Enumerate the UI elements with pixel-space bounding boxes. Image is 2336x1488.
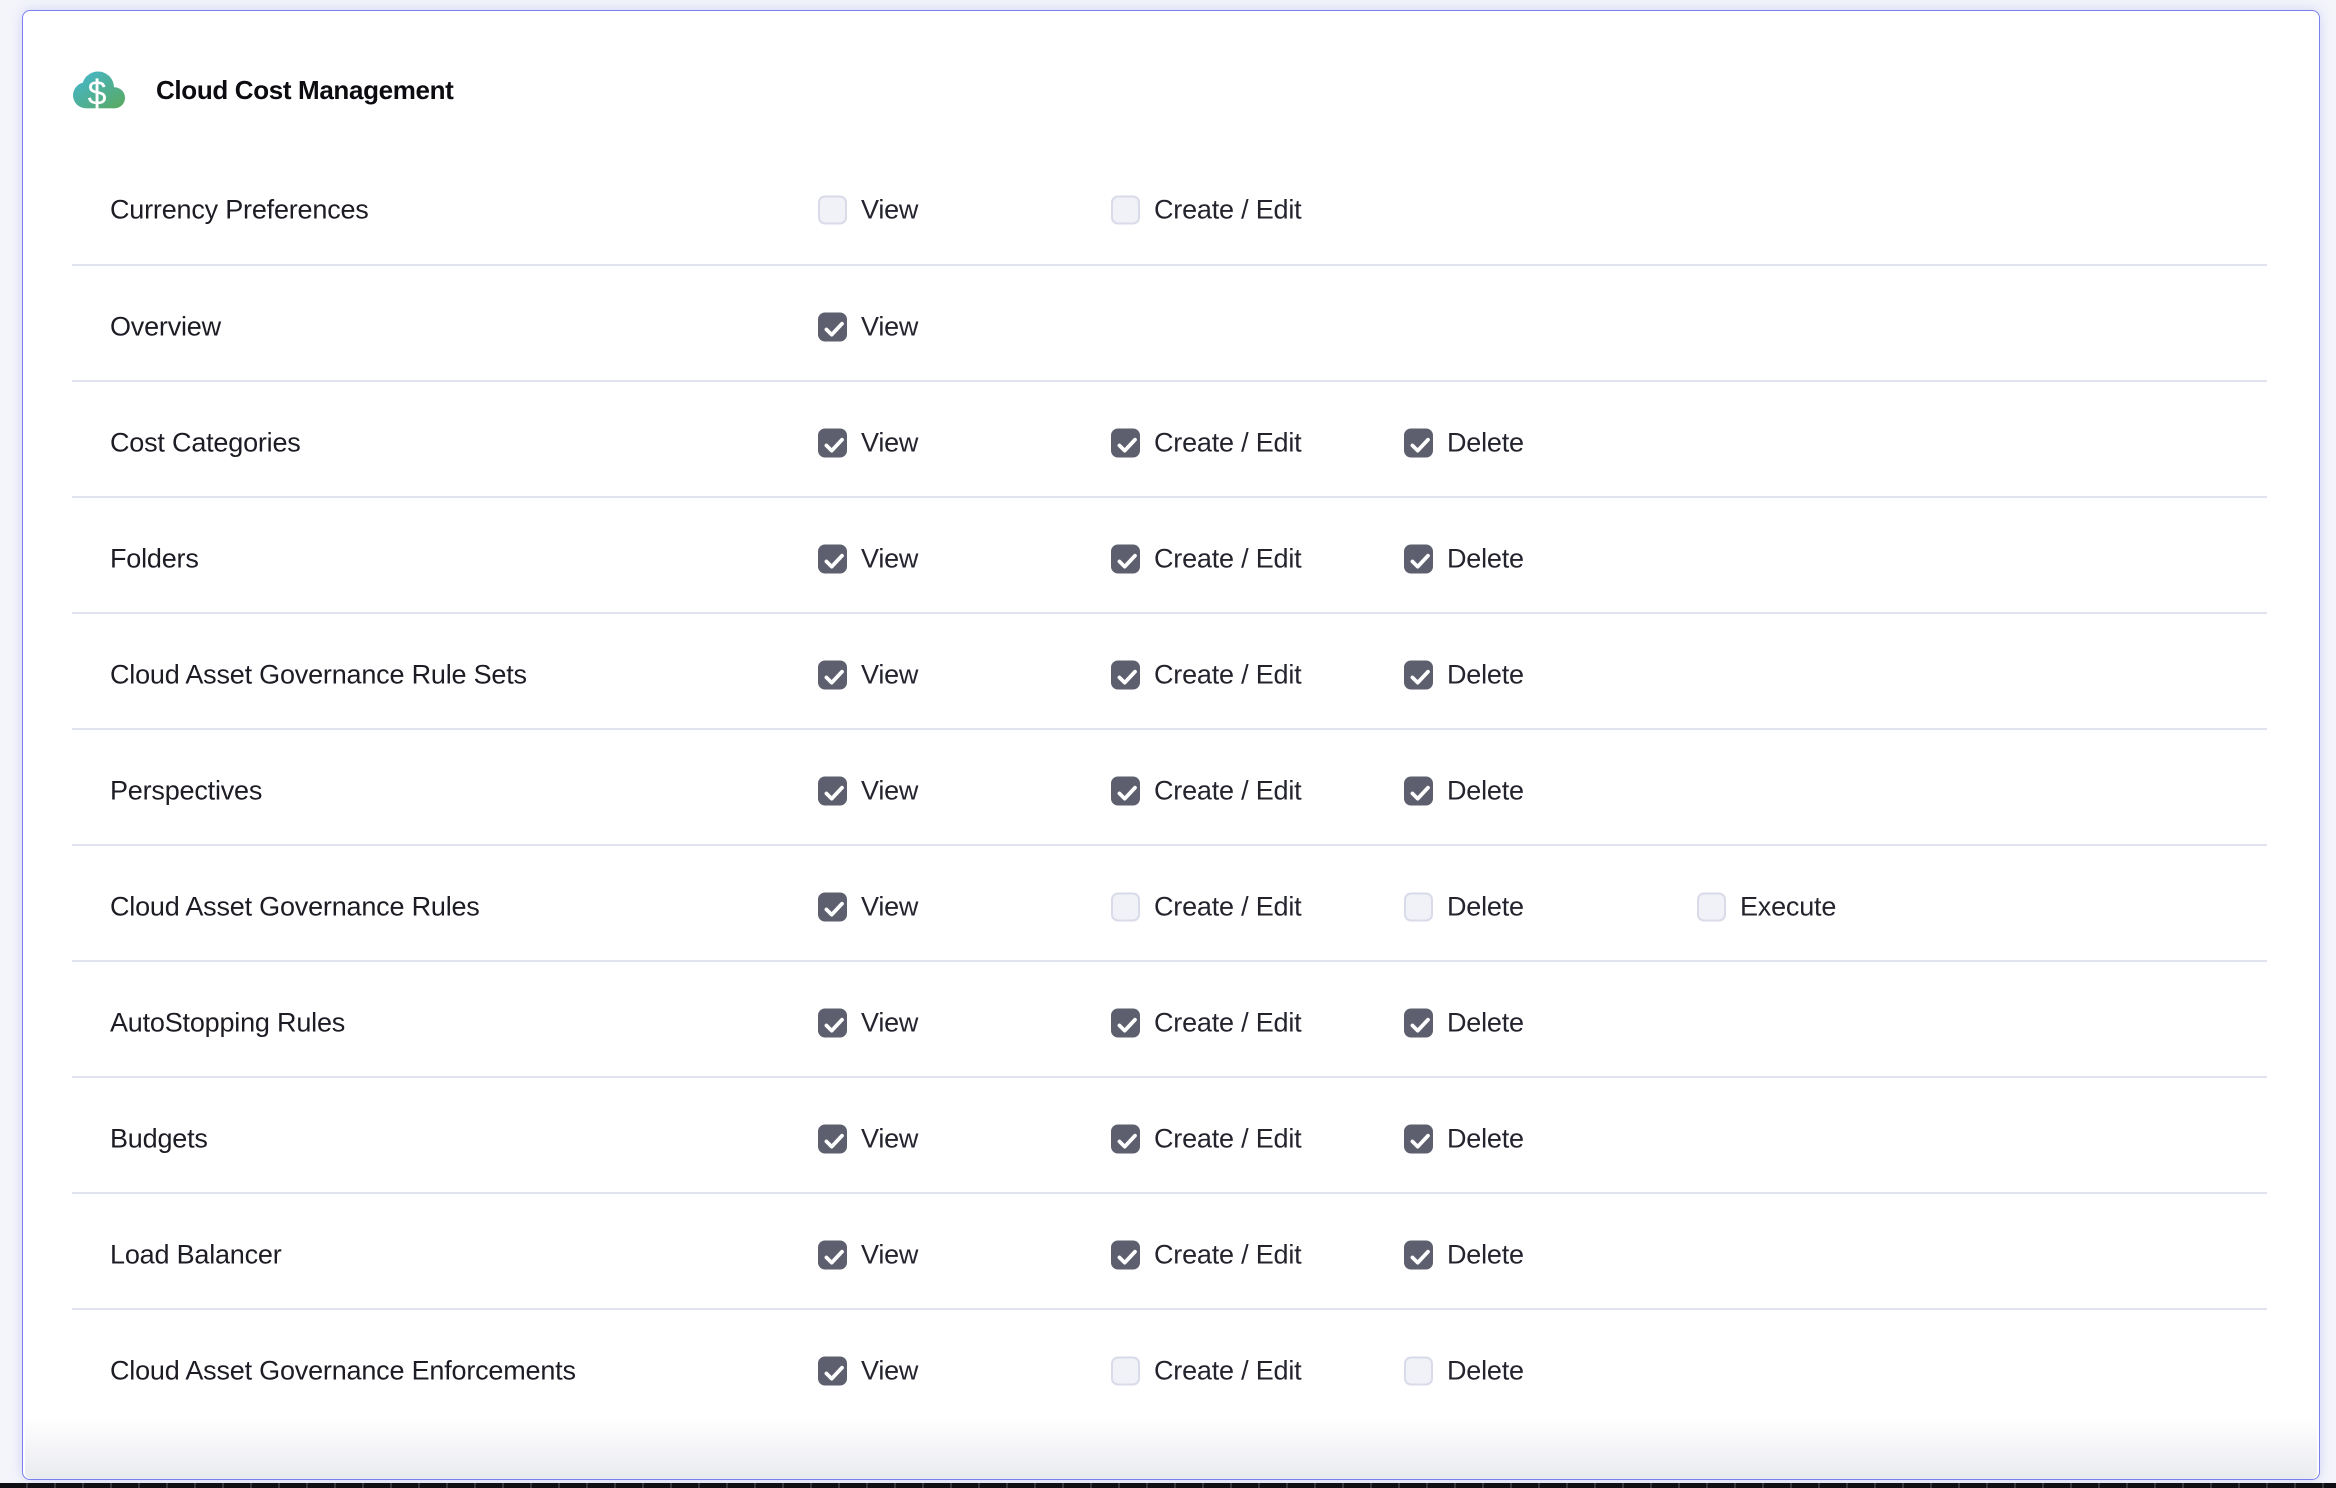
svg-text:$: $ xyxy=(88,75,107,113)
